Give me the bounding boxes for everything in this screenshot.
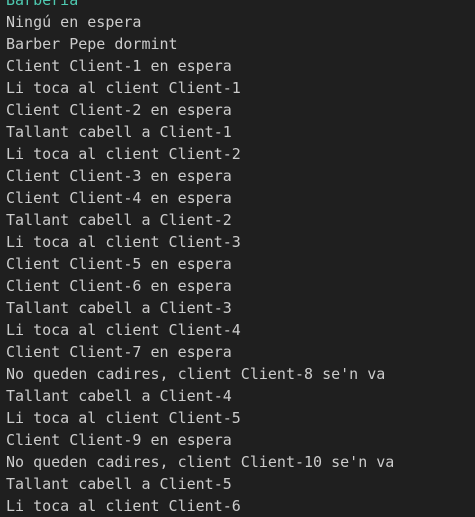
terminal-panel[interactable]: Barberia Ningú en espera Barber Pepe dor… (0, 0, 475, 517)
terminal-line: Li toca al client Client-2 (6, 145, 241, 163)
terminal-line: Tallant cabell a Client-1 (6, 123, 232, 141)
terminal-line: Tallant cabell a Client-5 (6, 475, 232, 493)
terminal-header-line: Barberia (6, 0, 79, 9)
terminal-line: Li toca al client Client-4 (6, 321, 241, 339)
terminal-line: Ningú en espera (6, 13, 142, 31)
terminal-line: Tallant cabell a Client-2 (6, 211, 232, 229)
terminal-line: Barber Pepe dormint (6, 35, 178, 53)
terminal-line: Client Client-3 en espera (6, 167, 232, 185)
terminal-line: Li toca al client Client-6 (6, 497, 241, 515)
terminal-line: Client Client-7 en espera (6, 343, 232, 361)
terminal-line: Client Client-9 en espera (6, 431, 232, 449)
terminal-line: Client Client-4 en espera (6, 189, 232, 207)
terminal-output: Barberia Ningú en espera Barber Pepe dor… (6, 0, 394, 517)
terminal-line: No queden cadires, client Client-8 se'n … (6, 365, 386, 383)
terminal-line: Client Client-2 en espera (6, 101, 232, 119)
terminal-line: Tallant cabell a Client-4 (6, 387, 232, 405)
terminal-line: Client Client-6 en espera (6, 277, 232, 295)
terminal-line: Client Client-5 en espera (6, 255, 232, 273)
terminal-line: Tallant cabell a Client-3 (6, 299, 232, 317)
terminal-line: Li toca al client Client-3 (6, 233, 241, 251)
terminal-line: No queden cadires, client Client-10 se'n… (6, 453, 395, 471)
terminal-line: Li toca al client Client-1 (6, 79, 241, 97)
terminal-line: Client Client-1 en espera (6, 57, 232, 75)
terminal-line: Li toca al client Client-5 (6, 409, 241, 427)
